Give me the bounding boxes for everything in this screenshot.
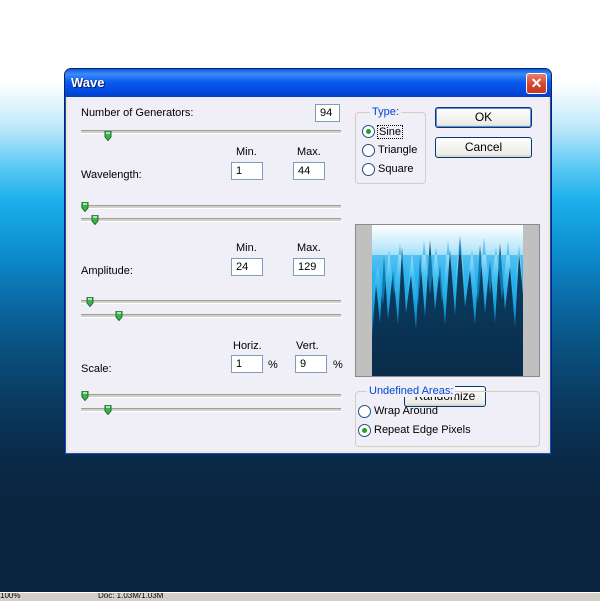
scale-horiz-percent: % (268, 359, 278, 371)
ok-button[interactable]: OK (435, 107, 532, 128)
wavelength-max-track[interactable] (81, 218, 341, 222)
type-group-title: Type: (370, 106, 401, 118)
wavelength-min-thumb[interactable] (81, 202, 89, 212)
dialog-title: Wave (71, 75, 105, 90)
radio-repeat-edge-label[interactable]: Repeat Edge Pixels (374, 424, 471, 436)
scale-horiz-track[interactable] (81, 394, 341, 398)
preview-image (356, 225, 539, 376)
close-button[interactable]: ✕ (526, 73, 547, 94)
amplitude-max-input[interactable]: 129 (293, 258, 325, 276)
radio-sine-label[interactable]: Sine (377, 125, 404, 139)
radio-square-label[interactable]: Square (378, 163, 413, 175)
amplitude-min-input[interactable]: 24 (231, 258, 263, 276)
wavelength-label: Wavelength: (81, 169, 142, 181)
radio-triangle-label[interactable]: Triangle (378, 144, 417, 156)
wavelength-max-thumb[interactable] (91, 215, 99, 225)
amplitude-max-thumb[interactable] (115, 311, 123, 321)
wavelength-min-input[interactable]: 1 (231, 162, 263, 180)
undefined-areas-group (355, 391, 540, 447)
wavelength-min-header: Min. (236, 146, 257, 158)
amplitude-label: Amplitude: (81, 265, 133, 277)
scale-vert-thumb[interactable] (104, 405, 112, 415)
generators-slider-thumb[interactable] (104, 131, 112, 141)
close-icon: ✕ (530, 75, 543, 91)
radio-wrap-around[interactable] (358, 405, 371, 418)
scale-vert-track[interactable] (81, 408, 341, 412)
amplitude-min-track[interactable] (81, 300, 341, 304)
radio-sine[interactable] (362, 125, 375, 138)
radio-selected-dot (366, 129, 371, 134)
scale-horiz-thumb[interactable] (81, 391, 89, 401)
dialog-body: Number of Generators: 94 Min. Max. Wavel… (68, 97, 548, 451)
scale-vert-input[interactable]: 9 (295, 355, 327, 373)
cancel-button[interactable]: Cancel (435, 137, 532, 158)
wavelength-min-track[interactable] (81, 205, 341, 209)
scale-horiz-header: Horiz. (233, 340, 262, 352)
doc-size: Doc: 1.03M/1.03M (98, 592, 164, 600)
radio-selected-dot (362, 428, 367, 433)
zoom-level: 100% (0, 592, 21, 600)
radio-wrap-around-label[interactable]: Wrap Around (374, 405, 438, 417)
wave-preview (355, 224, 540, 377)
generators-input[interactable]: 94 (315, 104, 340, 122)
radio-repeat-edge[interactable] (358, 424, 371, 437)
generators-slider-track[interactable] (81, 130, 341, 134)
scale-horiz-input[interactable]: 1 (231, 355, 263, 373)
amplitude-min-thumb[interactable] (86, 297, 94, 307)
radio-square[interactable] (362, 163, 375, 176)
radio-triangle[interactable] (362, 144, 375, 157)
generators-label: Number of Generators: (81, 107, 194, 119)
scale-label: Scale: (81, 363, 112, 375)
amplitude-max-header: Max. (297, 242, 321, 254)
wavelength-max-input[interactable]: 44 (293, 162, 325, 180)
scale-vert-header: Vert. (296, 340, 319, 352)
scale-vert-percent: % (333, 359, 343, 371)
undefined-areas-title: Undefined Areas: (367, 385, 456, 397)
title-bar[interactable]: Wave ✕ (65, 69, 551, 97)
wavelength-max-header: Max. (297, 146, 321, 158)
amplitude-min-header: Min. (236, 242, 257, 254)
wave-dialog: Wave ✕ Number of Generators: 94 Min. Max… (64, 68, 552, 455)
